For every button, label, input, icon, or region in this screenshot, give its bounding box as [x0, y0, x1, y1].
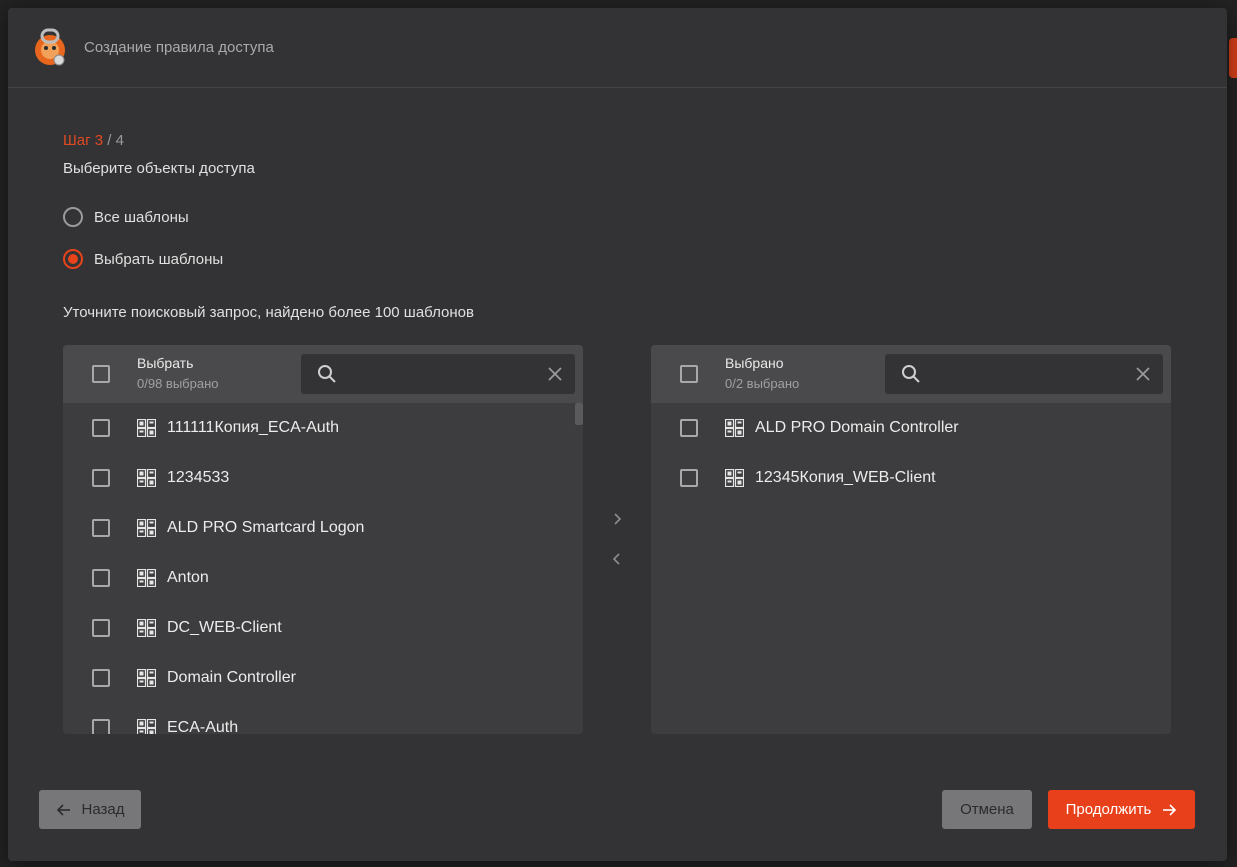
available-templates-panel: Выбрать 0/98 выбрано 111111Копия_ECA-Aut… — [63, 345, 583, 734]
item-checkbox[interactable] — [92, 669, 110, 687]
item-checkbox[interactable] — [680, 419, 698, 437]
selection-count: 0/98 выбрано — [137, 376, 219, 391]
app-logo-icon — [35, 28, 65, 65]
item-checkbox[interactable] — [92, 619, 110, 637]
certificate-template-icon — [725, 419, 744, 437]
template-list-item[interactable]: ALD PRO Domain Controller — [651, 403, 1171, 453]
certificate-template-icon — [137, 719, 156, 734]
certificate-template-icon — [137, 419, 156, 437]
search-icon — [902, 365, 920, 383]
item-checkbox[interactable] — [92, 469, 110, 487]
template-list-item[interactable]: 111111Копия_ECA-Auth — [63, 403, 583, 453]
radio-circle-checked[interactable] — [63, 249, 83, 269]
search-hint: Уточните поисковый запрос, найдено более… — [63, 304, 474, 321]
template-name: ALD PRO Smartcard Logon — [167, 519, 365, 536]
certificate-template-icon — [137, 669, 156, 687]
template-name: Anton — [167, 569, 209, 586]
radio-label: Все шаблоны — [94, 208, 189, 226]
arrow-right-icon — [1163, 803, 1177, 816]
certificate-template-icon — [137, 519, 156, 537]
panel-title: Выбрать — [137, 355, 194, 371]
item-checkbox[interactable] — [92, 719, 110, 734]
step-current: Шаг 3 — [63, 132, 104, 149]
template-list-item[interactable]: ECA-Auth — [63, 703, 583, 734]
item-checkbox[interactable] — [680, 469, 698, 487]
radio-label: Выбрать шаблоны — [94, 250, 224, 268]
template-list: ALD PRO Domain Controller 12345Копия_WEB-… — [651, 403, 1171, 503]
close-icon[interactable] — [545, 364, 565, 384]
template-list-item[interactable]: 1234533 — [63, 453, 583, 503]
item-checkbox[interactable] — [92, 419, 110, 437]
template-list-item[interactable]: ALD PRO Smartcard Logon — [63, 503, 583, 553]
step-total: / 4 — [103, 132, 124, 149]
back-button-label: Назад — [81, 801, 125, 818]
template-list-item[interactable]: Anton — [63, 553, 583, 603]
dialog-title: Создание правила доступа — [84, 39, 274, 56]
search-input[interactable] — [301, 354, 575, 394]
move-left-icon[interactable] — [609, 551, 625, 567]
template-name: ECA-Auth — [167, 719, 239, 734]
arrow-left-icon — [56, 803, 70, 816]
dialog-header: Создание правила доступа — [8, 8, 1227, 88]
template-list-item[interactable]: Domain Controller — [63, 653, 583, 703]
back-button[interactable]: Назад — [39, 790, 141, 829]
background-action-button — [1229, 38, 1237, 78]
radio-select-templates[interactable]: Выбрать шаблоны — [63, 249, 223, 269]
template-name: 1234533 — [167, 469, 230, 486]
template-list: 111111Копия_ECA-Auth 1234533 ALD PRO Smart… — [63, 403, 583, 734]
template-name: 111111Копия_ECA-Auth — [167, 419, 339, 436]
template-name: DC_WEB-Client — [167, 619, 282, 636]
selected-templates-panel: Выбрано 0/2 выбрано ALD PRO Domain Contr… — [651, 345, 1171, 734]
step-subtitle: Выберите объекты доступа — [63, 160, 255, 177]
continue-button[interactable]: Продолжить — [1048, 790, 1195, 829]
panel-header: Выбрано 0/2 выбрано — [651, 345, 1171, 403]
wizard-step-indicator: Шаг 3 / 4 — [63, 132, 124, 149]
template-list-item[interactable]: DC_WEB-Client — [63, 603, 583, 653]
radio-circle[interactable] — [63, 207, 83, 227]
template-name: ALD PRO Domain Controller — [755, 419, 959, 436]
cancel-button[interactable]: Отмена — [942, 790, 1032, 829]
move-right-icon[interactable] — [609, 511, 625, 527]
close-icon[interactable] — [1133, 364, 1153, 384]
template-name: Domain Controller — [167, 669, 296, 686]
item-checkbox[interactable] — [92, 569, 110, 587]
select-all-checkbox[interactable] — [680, 365, 698, 383]
search-input[interactable] — [885, 354, 1163, 394]
panel-title: Выбрано — [725, 355, 784, 371]
template-list-item[interactable]: 12345Копия_WEB-Client — [651, 453, 1171, 503]
template-name: 12345Копия_WEB-Client — [755, 469, 936, 486]
search-icon — [318, 365, 336, 383]
panel-header: Выбрать 0/98 выбрано — [63, 345, 583, 403]
certificate-template-icon — [137, 569, 156, 587]
cancel-button-label: Отмена — [960, 801, 1014, 818]
certificate-template-icon — [137, 469, 156, 487]
radio-all-templates[interactable]: Все шаблоны — [63, 207, 189, 227]
certificate-template-icon — [137, 619, 156, 637]
select-all-checkbox[interactable] — [92, 365, 110, 383]
certificate-template-icon — [725, 469, 744, 487]
continue-button-label: Продолжить — [1065, 801, 1152, 818]
item-checkbox[interactable] — [92, 519, 110, 537]
access-rule-dialog: Создание правила доступа Шаг 3 / 4 Выбер… — [8, 8, 1227, 861]
selection-count: 0/2 выбрано — [725, 376, 800, 391]
